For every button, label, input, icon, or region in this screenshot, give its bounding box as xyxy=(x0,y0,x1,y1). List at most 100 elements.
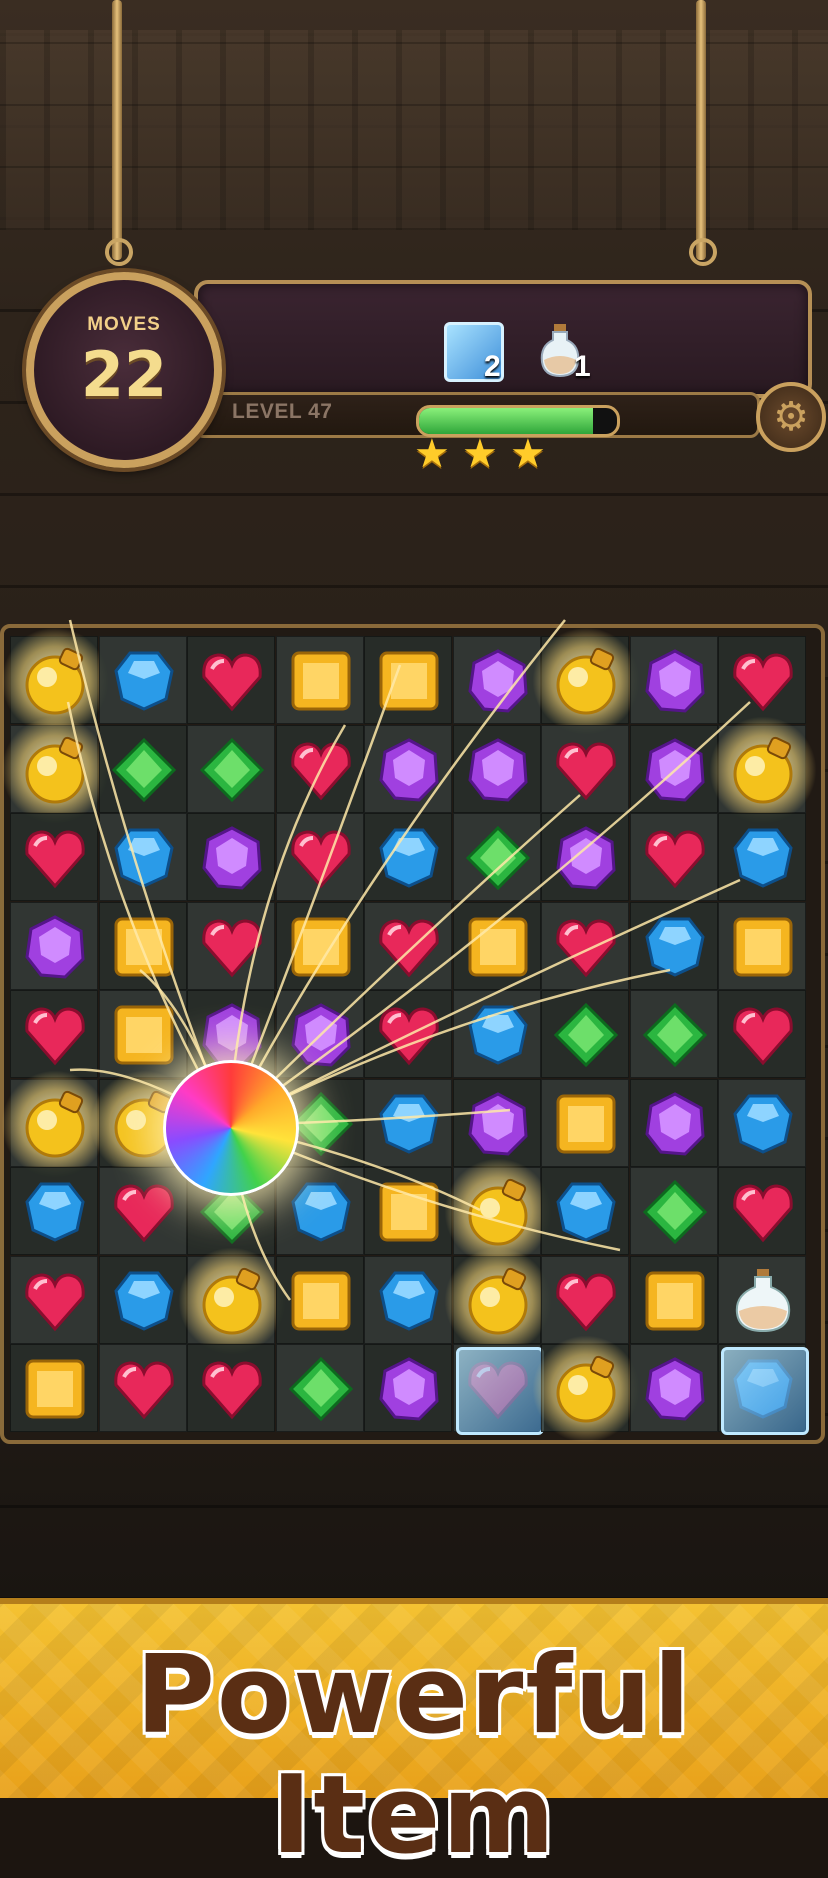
red-gem-icon xyxy=(552,736,620,804)
board-cell[interactable] xyxy=(364,724,452,813)
purple-gem-icon xyxy=(287,1001,355,1069)
board-cell[interactable] xyxy=(178,1246,286,1355)
board-cell[interactable] xyxy=(275,1255,364,1344)
settings-button[interactable]: ⚙ xyxy=(756,382,826,452)
bomb-icon xyxy=(552,647,620,715)
board-cell[interactable] xyxy=(10,990,98,1078)
board-cell[interactable] xyxy=(629,636,718,724)
blue-gem-icon xyxy=(375,824,443,892)
board-cell[interactable] xyxy=(364,1078,452,1167)
rainbow-gem[interactable] xyxy=(163,1060,299,1196)
bomb-icon xyxy=(464,1178,532,1246)
board-cell[interactable] xyxy=(98,1255,187,1344)
board-cell[interactable] xyxy=(541,1167,629,1255)
board-cell[interactable] xyxy=(532,1335,640,1443)
purple-gem-icon xyxy=(641,1355,709,1423)
board-cell[interactable] xyxy=(541,1255,629,1344)
board-cell[interactable] xyxy=(629,1255,718,1344)
board-cell[interactable] xyxy=(275,636,364,724)
board-cell[interactable] xyxy=(275,1167,364,1255)
board-cell[interactable] xyxy=(275,724,364,813)
board-cell[interactable] xyxy=(187,813,275,901)
board-cell[interactable] xyxy=(532,627,640,735)
board-cell[interactable] xyxy=(364,1167,452,1255)
board-cell[interactable] xyxy=(709,715,817,824)
board-cell[interactable] xyxy=(275,1344,364,1432)
board-cell[interactable] xyxy=(718,901,806,990)
board-cell[interactable] xyxy=(98,813,187,901)
board-cell[interactable] xyxy=(98,636,187,724)
blue-gem-icon xyxy=(287,1178,355,1246)
board-cell[interactable] xyxy=(452,1078,541,1167)
board-cell[interactable] xyxy=(275,813,364,901)
board-cell[interactable] xyxy=(275,990,364,1078)
blue-gem-icon xyxy=(21,1178,89,1246)
board-cell[interactable] xyxy=(1,715,109,824)
board-cell[interactable] xyxy=(452,990,541,1078)
board-cell[interactable] xyxy=(718,1167,806,1255)
board-cell[interactable] xyxy=(98,724,187,813)
board-cell[interactable] xyxy=(541,1078,629,1167)
board-cell[interactable] xyxy=(364,636,452,724)
board-cell[interactable] xyxy=(10,1255,98,1344)
board-cell[interactable] xyxy=(629,813,718,901)
board-cell[interactable] xyxy=(187,901,275,990)
hanging-rope-right xyxy=(696,0,706,260)
board-cell[interactable] xyxy=(364,990,452,1078)
board-cell[interactable] xyxy=(452,813,541,901)
board-cell[interactable] xyxy=(541,813,629,901)
yellow-gem-icon xyxy=(287,913,355,981)
board-cell[interactable] xyxy=(718,990,806,1078)
board-cell[interactable] xyxy=(452,636,541,724)
blue-gem-icon xyxy=(729,1090,797,1158)
board-cell[interactable] xyxy=(629,1078,718,1167)
board-cell[interactable] xyxy=(629,901,718,990)
board-cell[interactable] xyxy=(187,724,275,813)
blue-gem-icon xyxy=(552,1178,620,1246)
board-cell[interactable] xyxy=(629,1167,718,1255)
board-cell[interactable] xyxy=(452,724,541,813)
board-cell[interactable] xyxy=(718,1255,806,1344)
board-cell[interactable] xyxy=(452,901,541,990)
board-cell[interactable] xyxy=(629,990,718,1078)
board-cell[interactable] xyxy=(1,1069,109,1178)
goal-ice: 2 xyxy=(444,322,524,392)
board-cell[interactable] xyxy=(541,901,629,990)
blue-gem-icon xyxy=(110,824,178,892)
board-cell[interactable] xyxy=(1,627,109,735)
board-cell[interactable] xyxy=(275,901,364,990)
purple-gem-icon xyxy=(21,913,89,981)
board-cell[interactable] xyxy=(718,636,806,724)
board-cell[interactable] xyxy=(718,813,806,901)
board-cell[interactable] xyxy=(10,813,98,901)
board-cell[interactable] xyxy=(98,1344,187,1432)
board-cell[interactable] xyxy=(443,1246,552,1355)
board-cell[interactable] xyxy=(98,1167,187,1255)
blue-gem-icon xyxy=(641,913,709,981)
purple-gem-icon xyxy=(464,736,532,804)
board-cell[interactable] xyxy=(443,1158,552,1266)
green-gem-icon xyxy=(464,824,532,892)
board-cell[interactable] xyxy=(541,724,629,813)
red-gem-icon xyxy=(198,913,266,981)
star-rating: ★ ★ ★ xyxy=(414,434,554,474)
board-cell[interactable] xyxy=(364,813,452,901)
board-cell[interactable] xyxy=(10,901,98,990)
purple-gem-icon xyxy=(641,647,709,715)
bomb-glow xyxy=(532,627,640,735)
board-cell[interactable] xyxy=(187,636,275,724)
board-cell[interactable] xyxy=(98,901,187,990)
board-cell[interactable] xyxy=(629,724,718,813)
board-cell[interactable] xyxy=(364,1255,452,1344)
board-cell[interactable] xyxy=(718,1078,806,1167)
board-cell[interactable] xyxy=(364,1344,452,1432)
board-cell[interactable] xyxy=(10,1344,98,1432)
board-cell[interactable] xyxy=(452,1344,544,1435)
board-cell[interactable] xyxy=(718,1344,809,1435)
board-cell[interactable] xyxy=(10,1167,98,1255)
board-cell[interactable] xyxy=(364,901,452,990)
board-cell[interactable] xyxy=(629,1344,718,1432)
board-cell[interactable] xyxy=(541,990,629,1078)
board-cell[interactable] xyxy=(98,990,187,1078)
board-cell[interactable] xyxy=(187,1344,275,1432)
